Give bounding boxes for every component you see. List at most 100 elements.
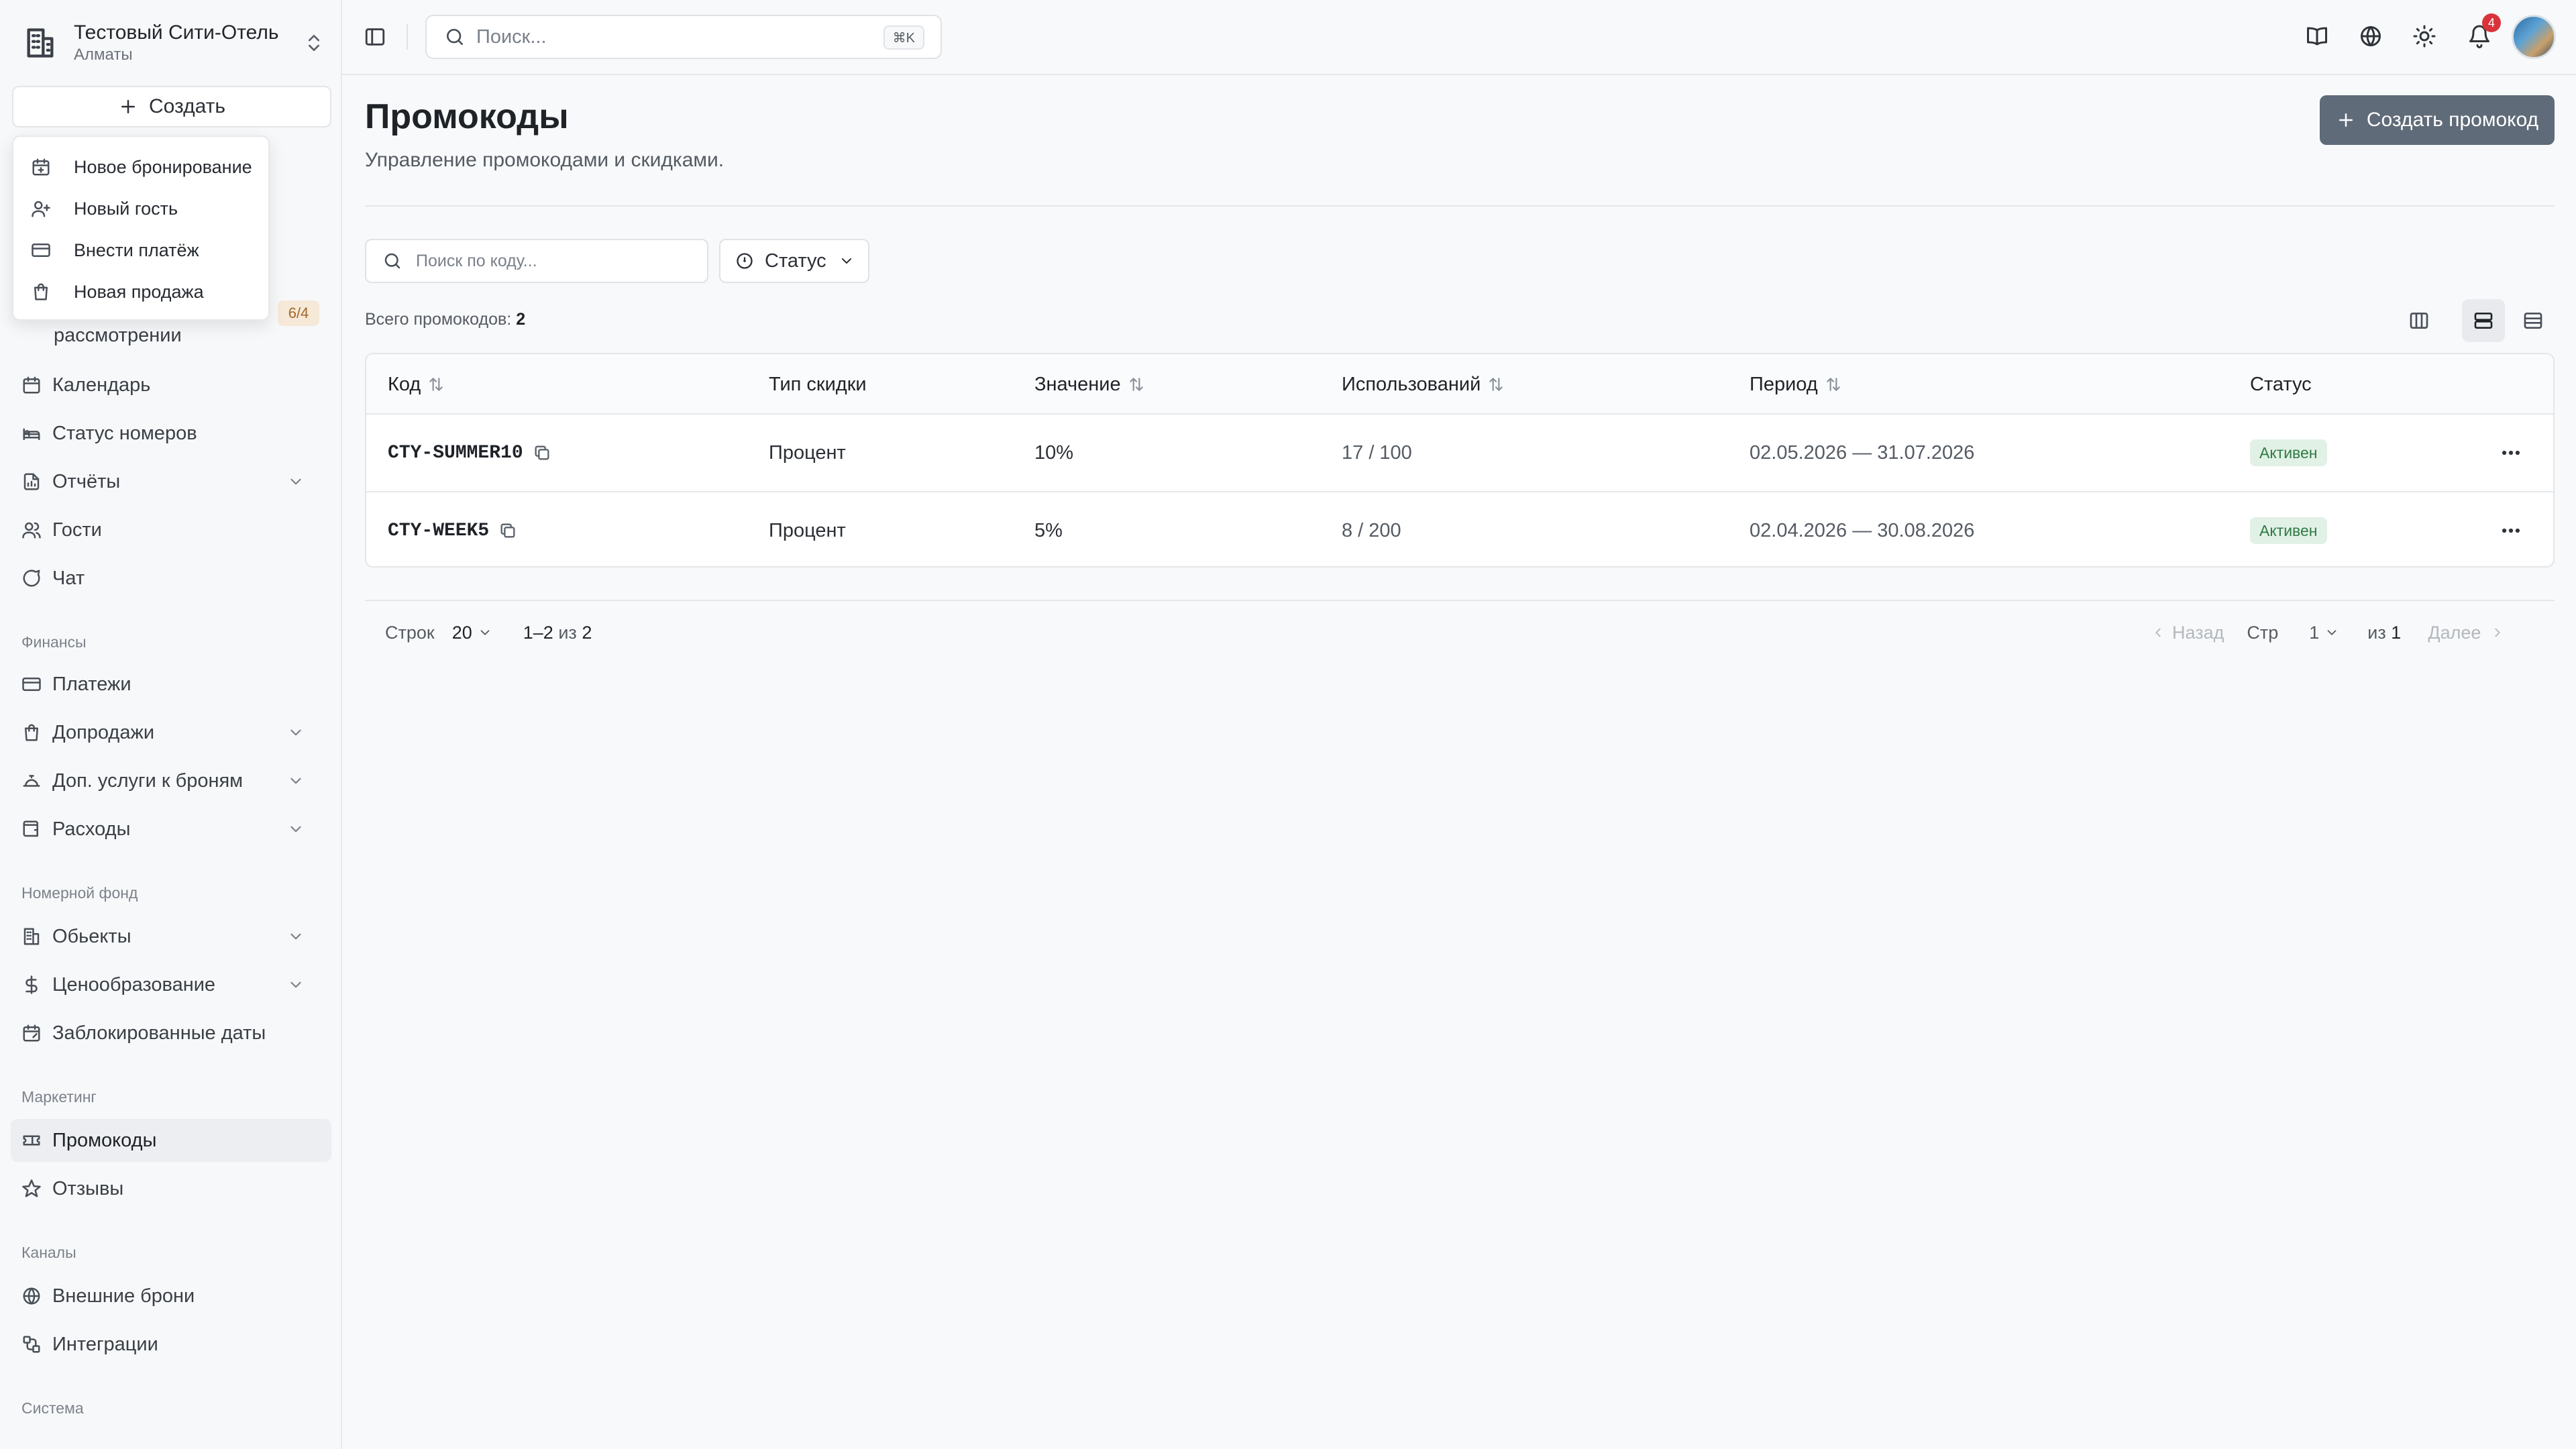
sidebar-item-reviews[interactable]: Отзывы [11, 1167, 331, 1210]
copy-icon[interactable] [498, 521, 517, 540]
sun-icon[interactable] [2412, 24, 2438, 50]
calendar-icon [23, 376, 40, 394]
user-plus-icon [32, 201, 50, 217]
total-count: Всего промокодов: 2 [365, 310, 525, 329]
sidebar-toggle-icon[interactable] [364, 25, 386, 48]
more-actions-icon[interactable] [2500, 519, 2522, 542]
column-value[interactable]: Значение [1034, 354, 1145, 415]
code-search-input[interactable] [416, 251, 684, 271]
table-row[interactable]: CTY-SUMMER10 Процент 10% 17 / 100 02.05.… [366, 415, 2553, 491]
menu-item-label: Новая продажа [74, 281, 204, 302]
column-usage[interactable]: Использований [1342, 354, 1505, 415]
comfortable-rows-view-icon[interactable] [2462, 299, 2505, 342]
usage-count: 8 / 200 [1342, 519, 1401, 541]
next-page-button[interactable]: Далее [2428, 623, 2505, 643]
sidebar-item-label: Допродажи [52, 721, 155, 743]
sidebar-item-label: Статус номеров [52, 422, 197, 444]
more-actions-icon[interactable] [2500, 441, 2522, 464]
hotel-switcher[interactable]: Тестовый Сити-Отель Алматы [23, 16, 325, 70]
chevron-down-icon [290, 729, 301, 736]
column-status: Статус [2250, 354, 2312, 415]
page-select[interactable]: 1 [2309, 623, 2339, 643]
next-label: Далее [2428, 622, 2481, 643]
menu-item-label: Новое бронирование [74, 156, 252, 177]
sidebar-item-label: Расходы [52, 818, 131, 840]
search-icon [384, 253, 400, 269]
sidebar-item-room-status[interactable]: Статус номеров [11, 412, 331, 455]
prev-page-button[interactable]: Назад [2151, 623, 2224, 643]
menu-item-new-guest[interactable]: Новый гость [13, 188, 268, 229]
sidebar-item-external-bookings[interactable]: Внешние брони [11, 1275, 331, 1318]
search-icon [447, 29, 463, 45]
wallet-icon [23, 820, 38, 837]
status-cell: Активен [2250, 415, 2327, 491]
table-header: Код Тип скидки Значение Использований Пе… [366, 354, 2553, 415]
rows-per-page-select[interactable]: 20 [452, 623, 492, 643]
create-promocode-button[interactable]: Создать промокод [2320, 95, 2555, 145]
code-search[interactable] [365, 239, 708, 283]
total-value: 2 [516, 310, 526, 329]
sidebar-item-extra-services[interactable]: Доп. услуги к броням [11, 759, 331, 802]
building-icon [23, 25, 58, 60]
compact-rows-view-icon[interactable] [2512, 299, 2555, 342]
table-row[interactable]: CTY-WEEK5 Процент 5% 8 / 200 02.04.2026 … [366, 491, 2553, 566]
column-label: Значение [1034, 373, 1121, 395]
copy-icon[interactable] [533, 443, 551, 462]
discount-type: Процент [769, 441, 846, 464]
sidebar-section-system: Система [21, 1399, 84, 1417]
page-label: Стр [2247, 622, 2279, 643]
menu-item-new-sale[interactable]: Новая продажа [13, 271, 268, 313]
menu-item-label: Новый гость [74, 198, 178, 219]
sidebar-section-rooms: Номерной фонд [21, 884, 138, 902]
discount-value: 5% [1034, 519, 1063, 541]
notifications-count-badge: 4 [2482, 13, 2501, 32]
global-search[interactable]: ⌘K [425, 15, 942, 59]
menu-item-new-booking[interactable]: Новое бронирование [13, 146, 268, 188]
sidebar-item-promocodes[interactable]: Промокоды [11, 1119, 331, 1162]
sidebar-item-properties[interactable]: Обьекты [11, 915, 331, 958]
sidebar-section-channels: Каналы [21, 1244, 76, 1261]
total-label: Всего промокодов: [365, 310, 512, 329]
plus-icon [2339, 113, 2353, 127]
menu-item-add-payment[interactable]: Внести платёж [13, 229, 268, 271]
sidebar-item-expenses[interactable]: Расходы [11, 808, 331, 851]
sidebar-item-integrations[interactable]: Интеграции [11, 1323, 331, 1366]
range-info: 1–2 из 2 [523, 623, 592, 643]
column-discount-type: Тип скидки [769, 354, 867, 415]
calendar-plus-icon [32, 158, 50, 176]
sidebar-item-guests[interactable]: Гости [11, 508, 331, 551]
chat-icon [23, 570, 40, 587]
integration-icon [23, 1336, 40, 1353]
chevrons-up-down-icon[interactable] [303, 32, 325, 54]
sidebar-item-payments[interactable]: Платежи [11, 663, 331, 706]
sort-icon [429, 378, 443, 391]
sidebar-item-label: Интеграции [52, 1333, 158, 1355]
rows-label: Строк [385, 622, 435, 643]
star-icon [22, 1179, 41, 1197]
sidebar-item-blocked-dates[interactable]: Заблокированные даты [11, 1012, 331, 1055]
book-icon[interactable] [2305, 24, 2330, 50]
promo-code-text: CTY-WEEK5 [388, 520, 490, 541]
sidebar-item-reports[interactable]: Отчёты [11, 460, 331, 503]
column-period[interactable]: Период [1750, 354, 1842, 415]
sidebar-item-pending-label[interactable]: рассмотрении [54, 325, 182, 347]
promo-code: CTY-SUMMER10 [388, 415, 551, 491]
avatar[interactable] [2512, 15, 2556, 59]
column-code[interactable]: Код [388, 354, 445, 415]
sidebar-item-label: Внешние брони [52, 1285, 195, 1307]
users-icon [22, 522, 41, 539]
sidebar-item-upsells[interactable]: Допродажи [11, 711, 331, 754]
global-search-input[interactable] [476, 25, 879, 48]
shopping-bag-icon [34, 283, 48, 301]
validity-period: 02.04.2026 — 30.08.2026 [1750, 519, 1975, 541]
discount-type: Процент [769, 519, 846, 541]
sidebar-item-label: Отзывы [52, 1177, 124, 1199]
columns-view-icon[interactable] [2398, 299, 2440, 342]
sidebar-item-chat[interactable]: Чат [11, 557, 331, 600]
create-button[interactable]: Создать [12, 86, 331, 127]
sidebar-item-pricing[interactable]: Ценообразование [11, 963, 331, 1006]
globe-icon[interactable] [2359, 24, 2384, 50]
chevron-down-icon [290, 478, 301, 485]
status-filter-button[interactable]: Статус [719, 239, 869, 283]
sidebar-item-calendar[interactable]: Календарь [11, 364, 331, 407]
